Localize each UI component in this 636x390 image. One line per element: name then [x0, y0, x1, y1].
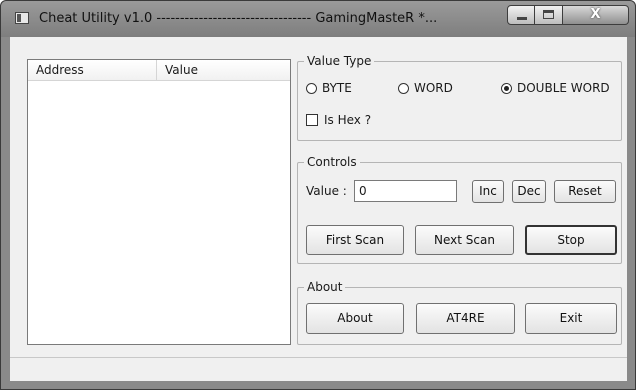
radio-byte[interactable]: BYTE [306, 80, 352, 96]
close-icon: X [590, 7, 601, 22]
exit-button[interactable]: Exit [525, 303, 617, 334]
caption-buttons: X [507, 5, 631, 27]
about-group-label: About [304, 279, 346, 295]
controls-group: Controls Value : 0 Inc Dec Reset First S… [297, 154, 622, 264]
value-type-group: Value Type BYTE WORD DOUBLE WORD Is Hex … [297, 53, 622, 141]
is-hex-label: Is Hex ? [324, 113, 372, 127]
status-bar [10, 357, 627, 381]
first-scan-button[interactable]: First Scan [306, 225, 404, 255]
main-window: Cheat Utility v1.0 ---------------------… [0, 0, 636, 390]
client-area: Address Value Value Type BYTE WORD DOUBL… [10, 37, 627, 381]
maximize-icon [543, 10, 554, 19]
dec-button[interactable]: Dec [512, 180, 546, 203]
radio-double-word-circle [501, 82, 512, 94]
about-group: About About AT4RE Exit [297, 279, 622, 345]
stop-button[interactable]: Stop [525, 225, 617, 255]
radio-byte-circle [306, 82, 317, 94]
radio-byte-label: BYTE [322, 81, 352, 95]
controls-group-label: Controls [304, 154, 360, 170]
radio-double-word[interactable]: DOUBLE WORD [501, 80, 610, 96]
inc-button[interactable]: Inc [472, 180, 504, 203]
maximize-button[interactable] [535, 5, 563, 25]
column-header-address[interactable]: Address [28, 60, 157, 80]
window-title: Cheat Utility v1.0 ---------------------… [39, 11, 438, 26]
minimize-icon [517, 17, 527, 20]
value-label: Value : [306, 184, 347, 198]
radio-word-label: WORD [414, 81, 453, 95]
radio-word[interactable]: WORD [398, 80, 453, 96]
reset-button[interactable]: Reset [554, 180, 616, 203]
address-list[interactable]: Address Value [27, 59, 291, 345]
value-input[interactable]: 0 [354, 180, 457, 202]
next-scan-button[interactable]: Next Scan [415, 225, 514, 255]
value-type-group-label: Value Type [304, 53, 375, 69]
is-hex-checkbox-box [306, 114, 318, 126]
radio-double-word-label: DOUBLE WORD [517, 81, 610, 95]
column-header-value[interactable]: Value [157, 60, 290, 80]
about-button[interactable]: About [306, 303, 404, 334]
minimize-button[interactable] [507, 5, 535, 25]
app-icon [15, 12, 29, 24]
title-bar[interactable]: Cheat Utility v1.0 ---------------------… [1, 1, 635, 37]
at4re-button[interactable]: AT4RE [416, 303, 515, 334]
radio-word-circle [398, 82, 409, 94]
list-header: Address Value [28, 60, 290, 81]
close-button[interactable]: X [563, 5, 629, 25]
is-hex-checkbox[interactable]: Is Hex ? [306, 112, 371, 128]
